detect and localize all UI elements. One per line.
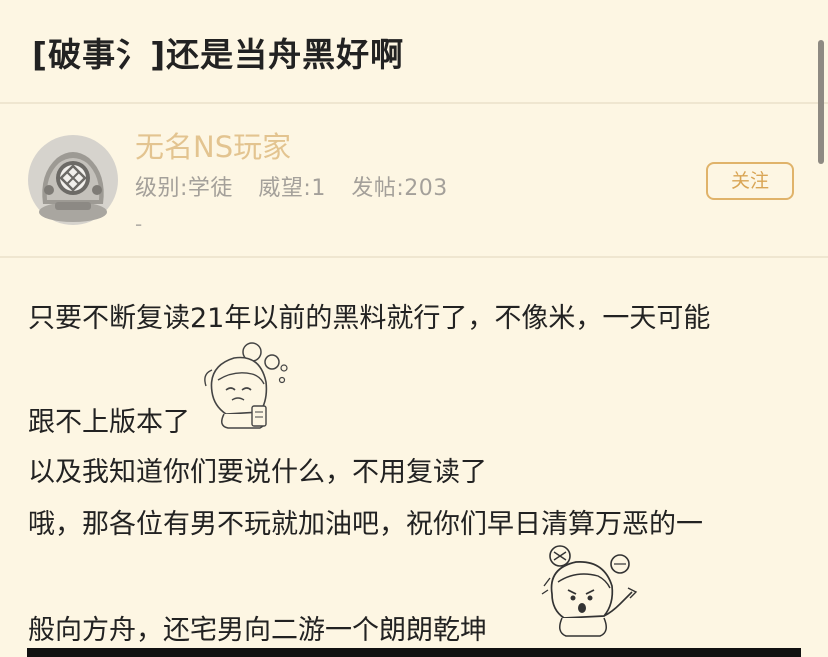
- author-level: 级别:学徒: [135, 176, 233, 201]
- embedded-media-top-edge[interactable]: [27, 648, 801, 657]
- author-name[interactable]: 无名NS玩家: [135, 124, 291, 166]
- diving-helmet-icon: [28, 135, 118, 225]
- author-signature: -: [135, 212, 143, 236]
- angry-girl-sticker-icon: [540, 542, 640, 638]
- title-bar: [破事氵]还是当舟黑好啊: [0, 0, 828, 104]
- follow-button[interactable]: 关注: [706, 162, 794, 200]
- author-post-count: 发帖:203: [351, 176, 448, 201]
- post-text-line: 哦，那各位有男不玩就加油吧，祝你们早日清算万恶的一: [28, 509, 703, 540]
- post-page: [破事氵]还是当舟黑好啊 无名NS玩家 级别:学徒 威望:1 发帖:203 - …: [0, 0, 828, 657]
- post-text-line: 以及我知道你们要说什么，不用复读了: [28, 457, 487, 488]
- post-text-line: 只要不断复读21年以前的黑料就行了，不像米，一天可能: [28, 303, 711, 334]
- author-meta: 级别:学徒 威望:1 发帖:203: [135, 170, 466, 202]
- author-prestige: 威望:1: [258, 176, 326, 201]
- author-block: 无名NS玩家 级别:学徒 威望:1 发帖:203 - 关注: [0, 104, 828, 258]
- post-title: [破事氵]还是当舟黑好啊: [32, 35, 405, 74]
- post-text-line: 跟不上版本了: [28, 407, 190, 438]
- post-text-line: 般向方舟，还宅男向二游一个朗朗乾坤: [28, 615, 487, 646]
- crying-girl-sticker-icon: [204, 340, 290, 430]
- avatar[interactable]: [27, 134, 119, 226]
